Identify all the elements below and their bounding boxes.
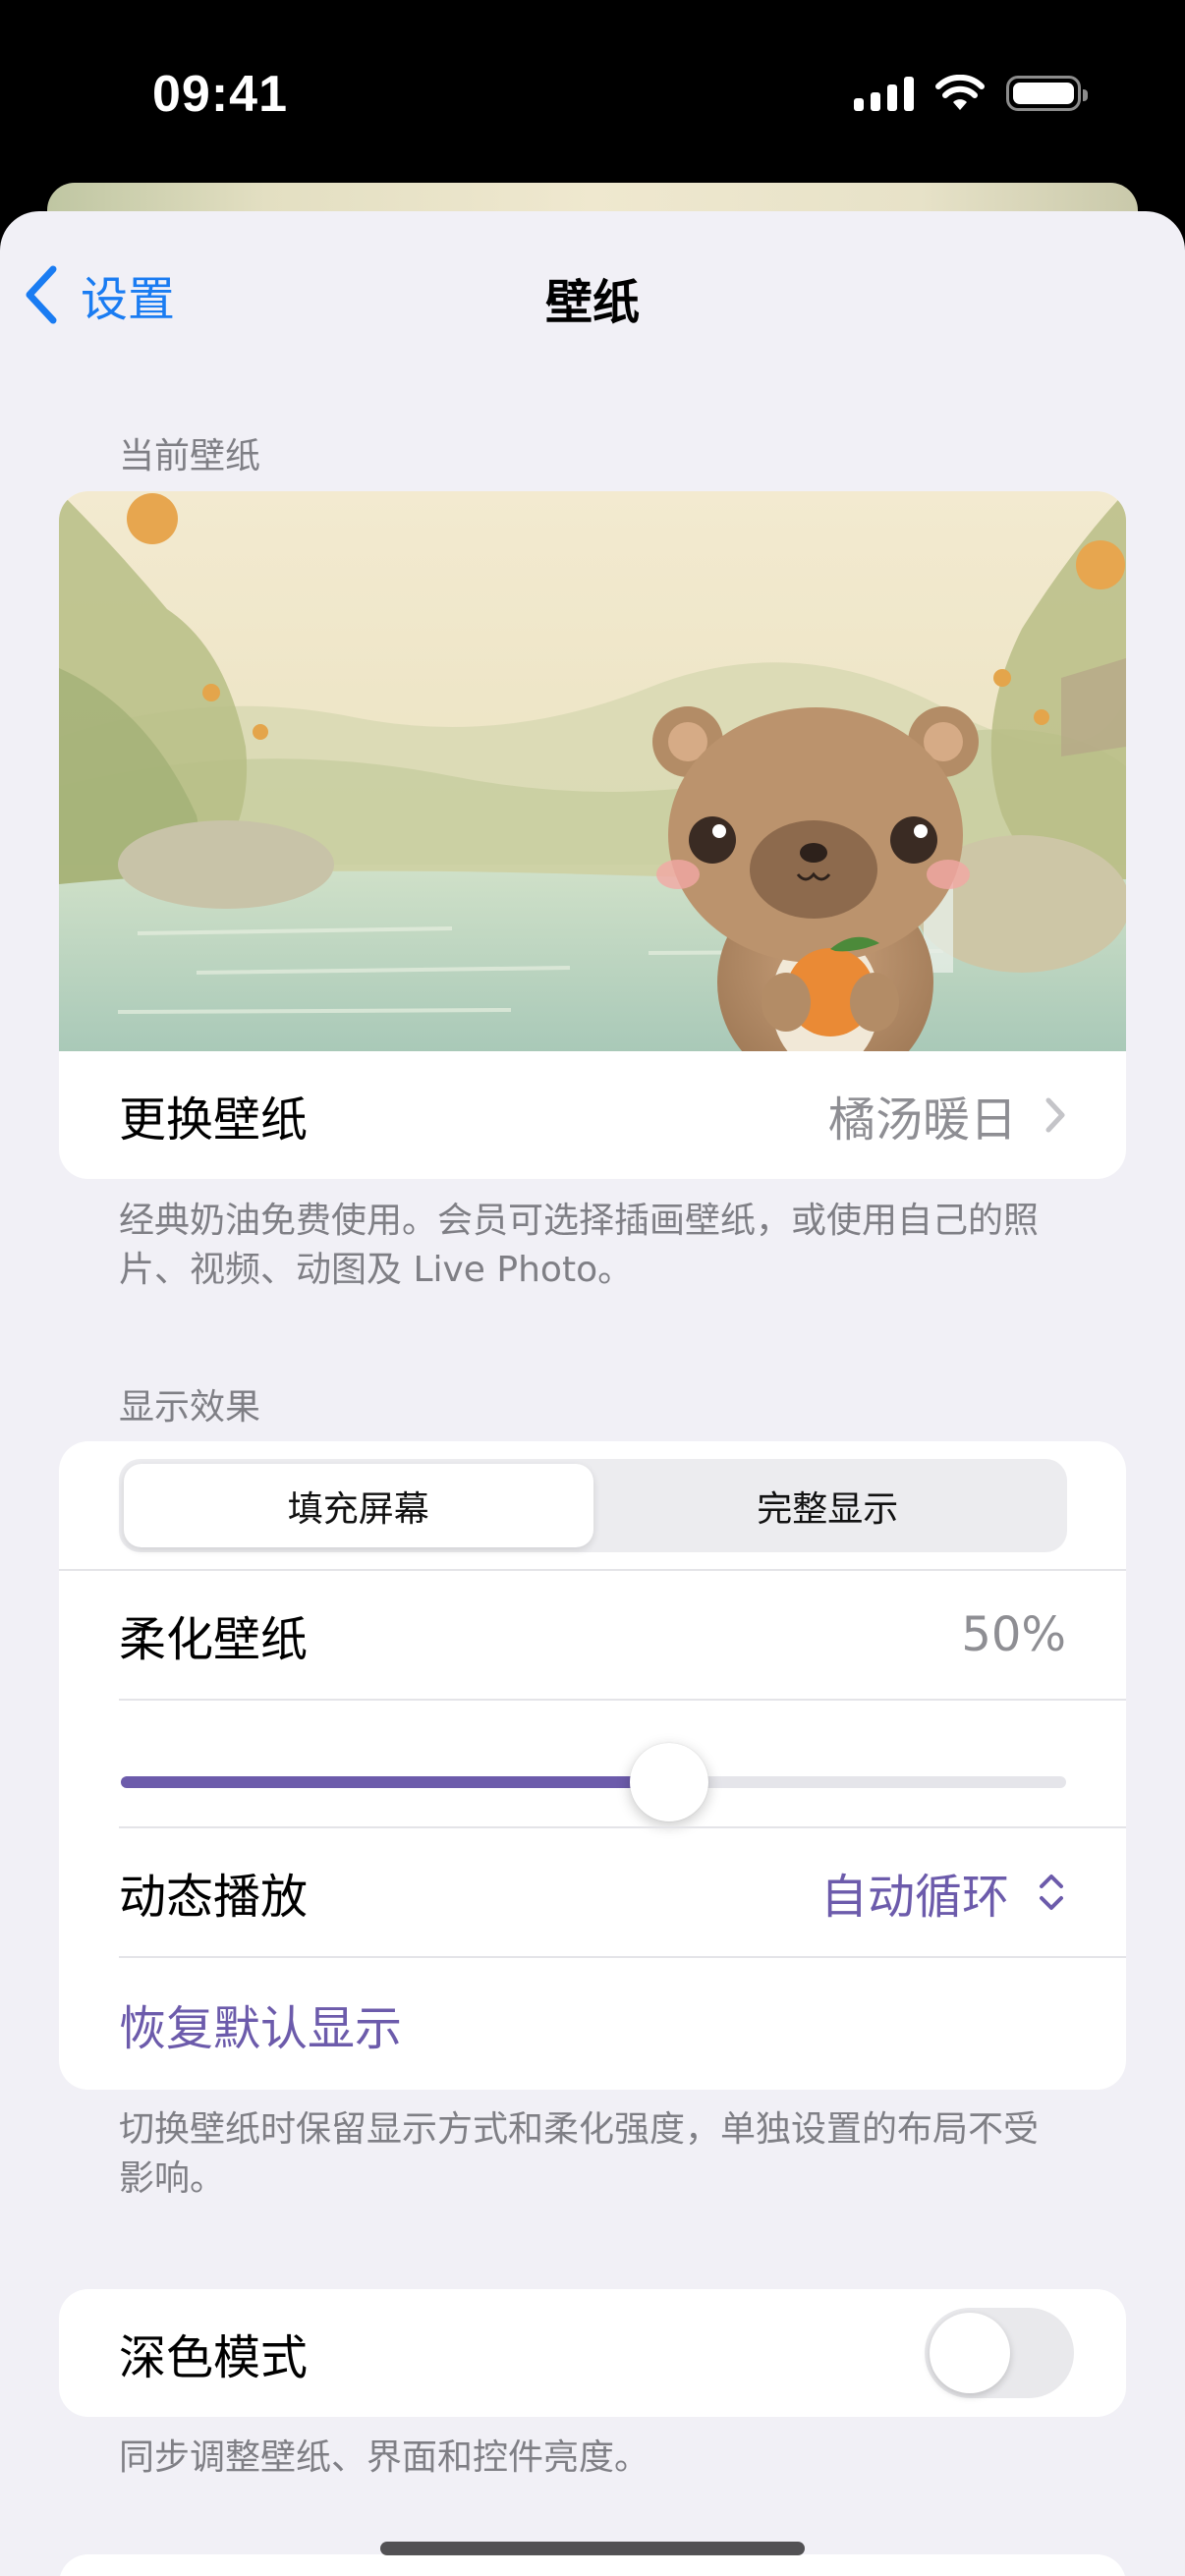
soften-wallpaper-row: 柔化壁纸 50% — [59, 1571, 1126, 1699]
battery-icon — [1006, 76, 1088, 111]
cellular-signal-icon — [854, 76, 914, 111]
restore-default-button[interactable]: 恢复默认显示 — [119, 1989, 402, 2058]
soften-wallpaper-label: 柔化壁纸 — [119, 1612, 309, 1667]
soften-slider[interactable] — [121, 1776, 1066, 1788]
dynamic-playback-row[interactable]: 动态播放 自动循环 — [59, 1828, 1126, 1956]
status-time: 09:41 — [152, 66, 288, 123]
display-mode-segmented-control: 填充屏幕 完整显示 — [119, 1459, 1067, 1552]
wallpaper-preview-image[interactable] — [59, 491, 1126, 1051]
divider — [119, 1699, 1126, 1701]
dynamic-playback-label: 动态播放 — [119, 1870, 309, 1925]
dark-mode-card: 深色模式 — [59, 2289, 1126, 2417]
chevron-right-icon — [1045, 1097, 1065, 1133]
chevron-up-down-icon — [1040, 1875, 1063, 1910]
current-wallpaper-value: 橘汤暖日 — [828, 1081, 1066, 1149]
current-wallpaper-header: 当前壁纸 — [119, 436, 261, 476]
restore-default-row[interactable]: 恢复默认显示 — [59, 1958, 1126, 2090]
dynamic-playback-value: 自动循环 — [820, 1858, 1066, 1927]
wallpaper-name: 橘汤暖日 — [827, 1092, 1017, 1148]
segment-fill-screen[interactable]: 填充屏幕 — [124, 1464, 593, 1547]
current-wallpaper-card: 更换壁纸 橘汤暖日 — [59, 491, 1126, 1179]
wallpaper-settings-sheet: 设置 壁纸 当前壁纸 更换壁纸 橘汤暖日 经典奶油免费使用。会员可选择插画壁纸，… — [0, 211, 1185, 2576]
dark-mode-toggle[interactable] — [925, 2308, 1074, 2398]
status-bar: 09:41 — [0, 0, 1185, 182]
playback-value-text: 自动循环 — [819, 1870, 1009, 1925]
display-effect-header: 显示效果 — [119, 1387, 261, 1428]
toggle-knob — [930, 2313, 1010, 2393]
status-icons — [854, 75, 1088, 112]
current-wallpaper-note: 经典奶油免费使用。会员可选择插画壁纸，或使用自己的照片、视频、动图及 Live … — [119, 1201, 1040, 1290]
display-effect-note: 切换壁纸时保留显示方式和柔化强度，单独设置的布局不受影响。 — [119, 2109, 1040, 2199]
soften-slider-thumb[interactable] — [629, 1743, 708, 1821]
soften-slider-fill — [121, 1776, 669, 1788]
change-wallpaper-row[interactable]: 更换壁纸 橘汤暖日 — [59, 1051, 1126, 1179]
change-wallpaper-label: 更换壁纸 — [119, 1092, 309, 1148]
display-effect-card: 填充屏幕 完整显示 柔化壁纸 50% 动态播放 自动循环 恢复默认显示 — [59, 1441, 1126, 2090]
page-title: 壁纸 — [544, 275, 640, 330]
segment-full-display[interactable]: 完整显示 — [593, 1464, 1063, 1547]
dark-mode-label: 深色模式 — [119, 2330, 309, 2385]
home-indicator — [380, 2542, 805, 2555]
wifi-icon — [935, 75, 985, 110]
dark-mode-row: 深色模式 — [59, 2289, 1126, 2417]
dark-mode-note: 同步调整壁纸、界面和控件亮度。 — [119, 2437, 650, 2478]
next-card-peek — [59, 2554, 1126, 2576]
soften-value: 50% — [961, 1607, 1066, 1662]
navigation-bar: 设置 壁纸 — [0, 211, 1185, 378]
